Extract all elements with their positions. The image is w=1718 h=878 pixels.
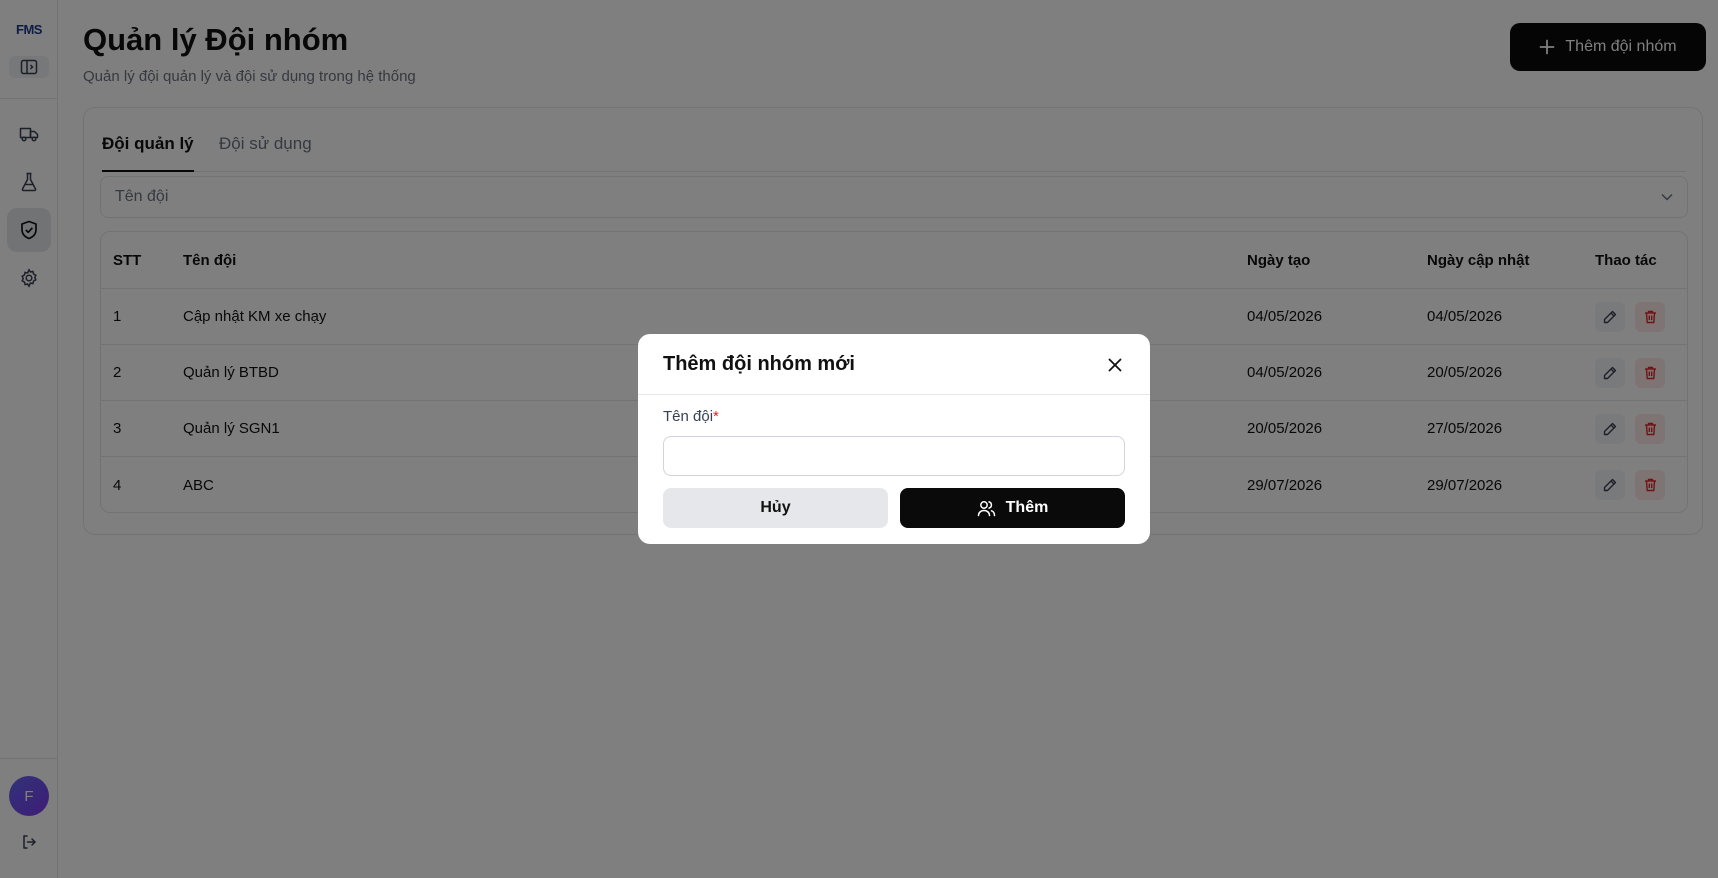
team-name-label-text: Tên đội: [663, 408, 714, 425]
add-team-dialog: Thêm đội nhóm mới Tên đội* Hủy Thêm: [638, 334, 1150, 544]
users-icon: [977, 500, 995, 516]
submit-add-button-label: Thêm: [1005, 499, 1049, 516]
close-button[interactable]: [1104, 354, 1126, 376]
submit-add-button[interactable]: Thêm: [900, 488, 1125, 528]
team-name-input[interactable]: [663, 436, 1125, 476]
team-name-label: Tên đội*: [663, 408, 719, 425]
dialog-title: Thêm đội nhóm mới: [663, 353, 855, 375]
cancel-button[interactable]: Hủy: [663, 488, 888, 528]
dialog-header: Thêm đội nhóm mới: [638, 334, 1150, 395]
close-icon: [1108, 358, 1122, 372]
required-mark: *: [713, 408, 719, 425]
